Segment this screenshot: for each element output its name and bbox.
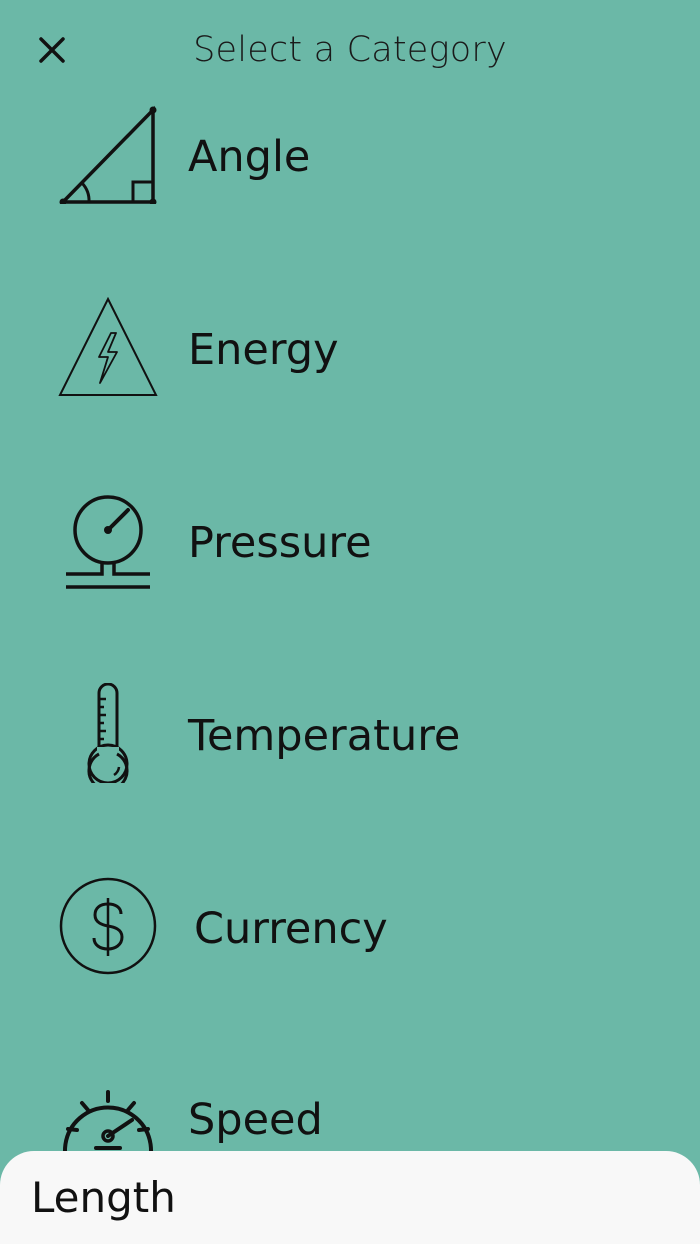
selected-category-label: Length	[31, 1173, 176, 1222]
category-label: Temperature	[188, 711, 461, 761]
category-label: Energy	[188, 325, 339, 375]
dollar-icon	[59, 877, 157, 975]
category-list: Angle Energy Pressure Temperature Curren…	[0, 0, 700, 1244]
category-item-energy[interactable]: Energy	[0, 275, 700, 425]
category-item-pressure[interactable]: Pressure	[0, 468, 700, 618]
category-label: Angle	[188, 132, 311, 182]
energy-icon	[58, 297, 158, 396]
category-item-temperature[interactable]: Temperature	[0, 661, 700, 811]
category-label: Currency	[194, 904, 388, 954]
category-item-currency[interactable]: Currency	[0, 854, 700, 1004]
category-label: Speed	[188, 1095, 323, 1145]
header: Select a Category	[0, 0, 700, 105]
page-title: Select a Category	[193, 30, 507, 70]
selected-category-sheet[interactable]: Length	[0, 1151, 700, 1244]
category-label: Pressure	[188, 518, 372, 568]
angle-icon	[59, 105, 157, 204]
pressure-gauge-icon	[66, 495, 150, 589]
thermometer-icon	[87, 683, 129, 783]
